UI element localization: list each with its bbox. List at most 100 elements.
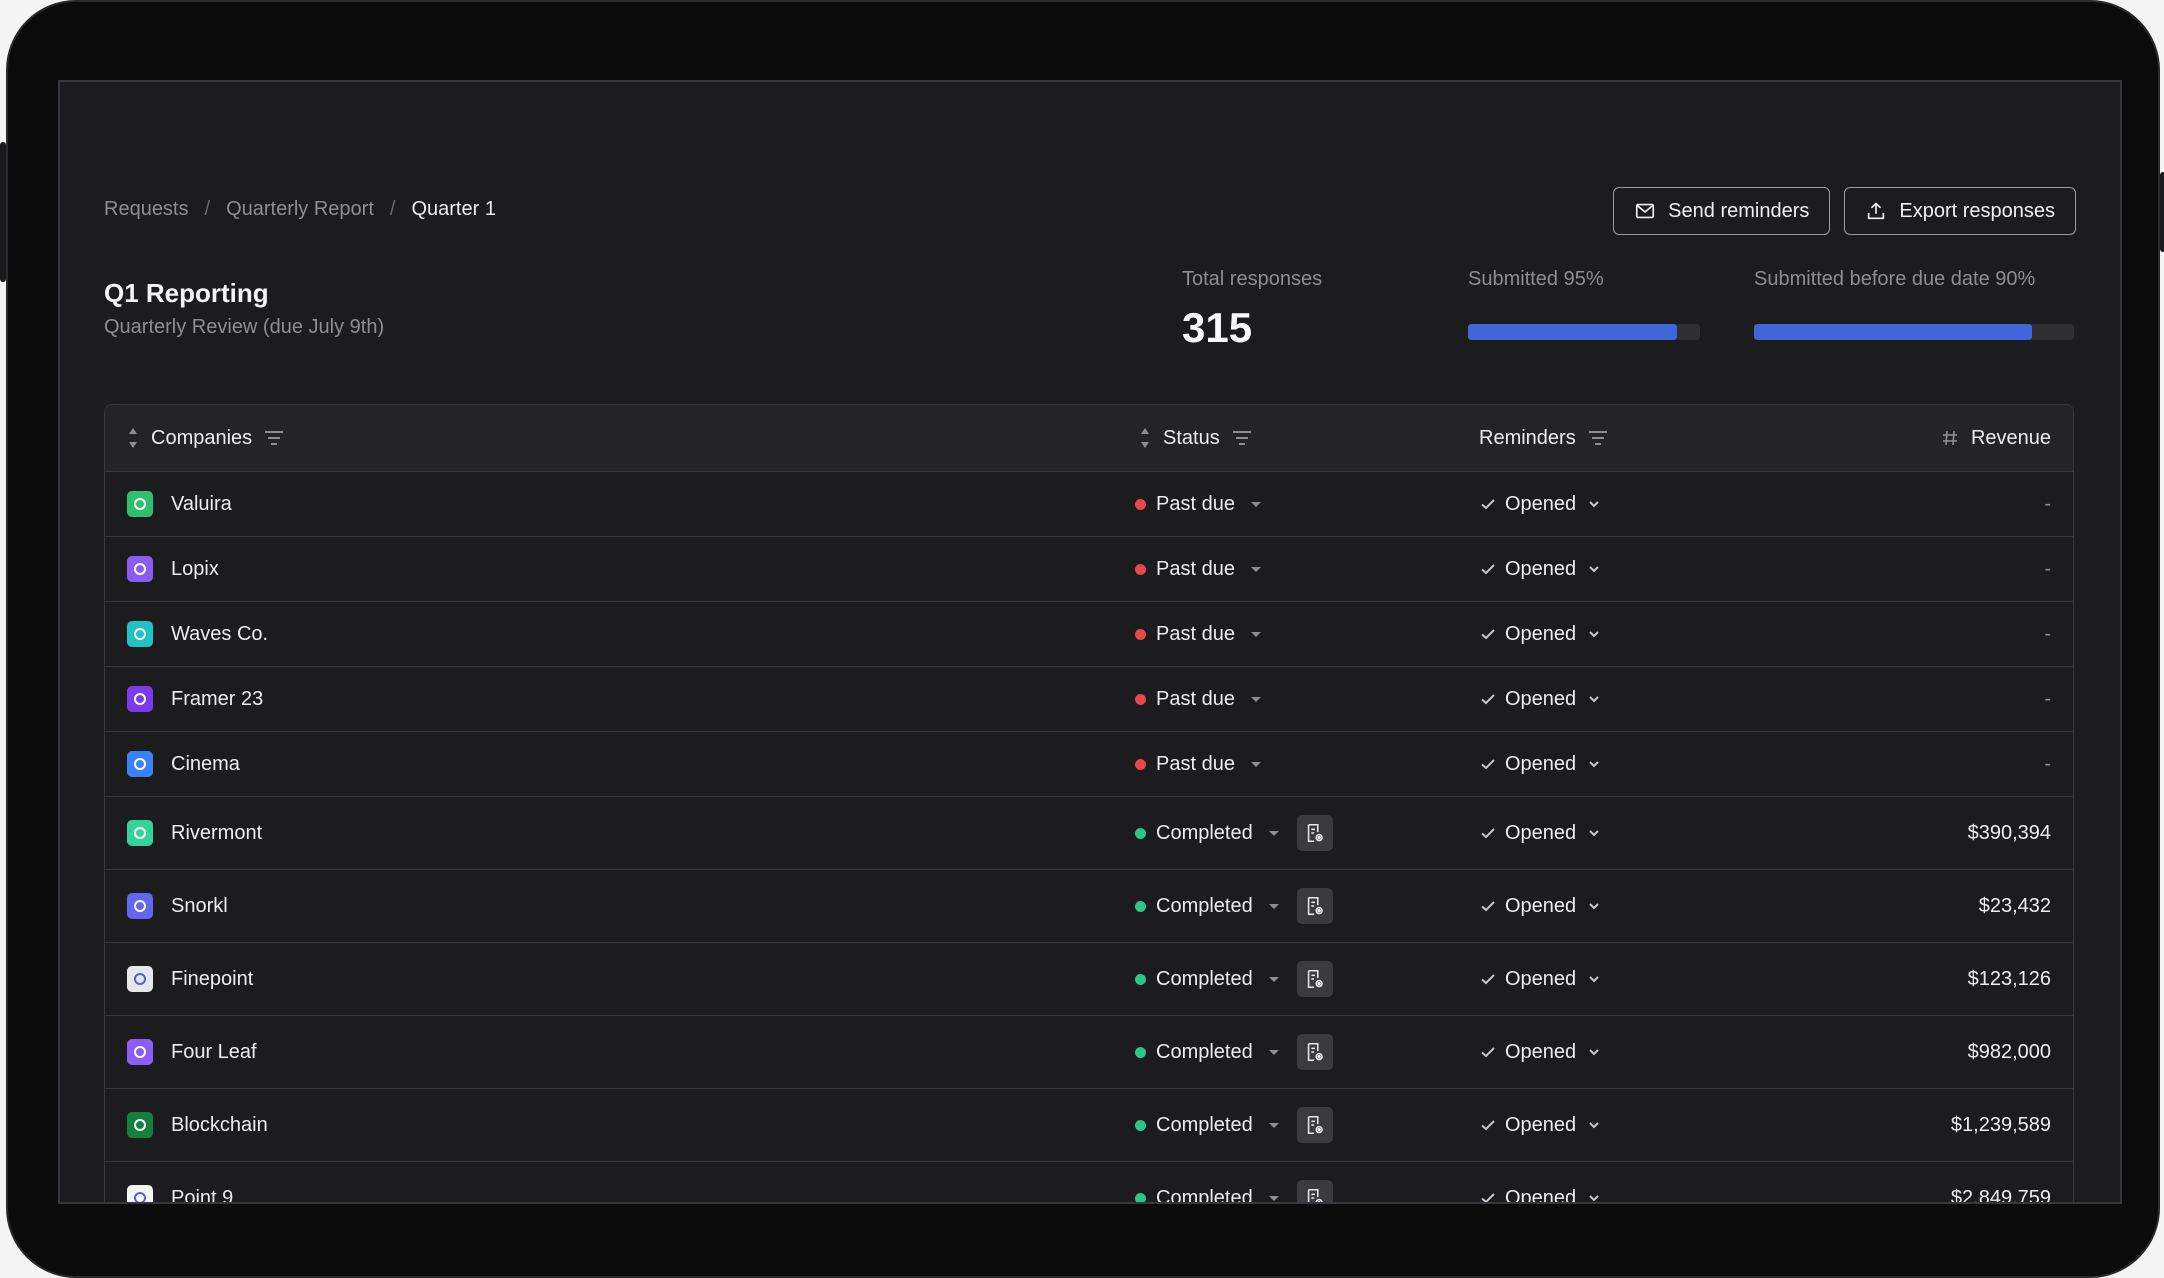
reminder-label: Opened xyxy=(1505,1040,1577,1063)
chevron-down-icon[interactable] xyxy=(1586,756,1602,772)
dropdown-caret-icon[interactable] xyxy=(1267,972,1281,986)
chevron-down-icon[interactable] xyxy=(1586,825,1602,841)
dropdown-caret-icon[interactable] xyxy=(1249,627,1263,641)
table-row[interactable]: Four Leaf Completed Opened $982,000 xyxy=(105,1016,2073,1089)
company-name[interactable]: Valuira xyxy=(171,493,232,516)
view-response-button[interactable] xyxy=(1296,888,1333,924)
export-responses-button[interactable]: Export responses xyxy=(1844,187,2076,235)
status-cell[interactable]: Completed xyxy=(1135,1089,1333,1161)
table-row[interactable]: Lopix Past due Opened - xyxy=(105,537,2073,602)
filter-icon[interactable] xyxy=(264,430,284,446)
reminder-cell[interactable]: Opened xyxy=(1479,797,1602,869)
status-cell[interactable]: Past due xyxy=(1135,472,1263,536)
view-response-button[interactable] xyxy=(1296,815,1333,851)
table-row[interactable]: Point 9 Completed Opened $2,849,759 xyxy=(105,1162,2073,1204)
column-status[interactable]: Status xyxy=(1139,405,1252,471)
reminder-cell[interactable]: Opened xyxy=(1479,732,1602,796)
chevron-down-icon[interactable] xyxy=(1586,1044,1602,1060)
company-name[interactable]: Cinema xyxy=(171,753,240,776)
column-revenue-label: Revenue xyxy=(1970,426,2051,449)
column-companies[interactable]: Companies xyxy=(127,405,284,471)
chevron-down-icon[interactable] xyxy=(1586,1117,1602,1133)
chevron-down-icon[interactable] xyxy=(1586,626,1602,642)
chevron-down-icon[interactable] xyxy=(1586,1190,1602,1204)
view-response-button[interactable] xyxy=(1296,1180,1333,1202)
reminder-cell[interactable]: Opened xyxy=(1479,602,1602,666)
dropdown-caret-icon[interactable] xyxy=(1267,1045,1281,1059)
status-cell[interactable]: Past due xyxy=(1135,602,1263,666)
dropdown-caret-icon[interactable] xyxy=(1267,826,1281,840)
column-reminders-label: Reminders xyxy=(1479,426,1576,449)
status-dot xyxy=(1135,827,1146,839)
breadcrumb-quarterly-report[interactable]: Quarterly Report xyxy=(226,198,374,221)
status-cell[interactable]: Past due xyxy=(1135,732,1263,796)
column-revenue[interactable]: Revenue xyxy=(1941,405,2051,471)
dropdown-caret-icon[interactable] xyxy=(1249,692,1263,706)
filter-icon[interactable] xyxy=(1232,430,1252,446)
status-cell[interactable]: Past due xyxy=(1135,667,1263,731)
reminder-cell[interactable]: Opened xyxy=(1479,870,1602,942)
dropdown-caret-icon[interactable] xyxy=(1249,757,1263,771)
chevron-down-icon[interactable] xyxy=(1586,898,1602,914)
view-response-button[interactable] xyxy=(1296,1107,1333,1143)
company-name[interactable]: Rivermont xyxy=(171,822,262,845)
dropdown-caret-icon[interactable] xyxy=(1267,899,1281,913)
table-row[interactable]: Cinema Past due Opened - xyxy=(105,732,2073,797)
status-cell[interactable]: Completed xyxy=(1135,1016,1333,1088)
status-cell[interactable]: Completed xyxy=(1135,870,1333,942)
reminder-cell[interactable]: Opened xyxy=(1479,943,1602,1015)
table-row[interactable]: Finepoint Completed Opened $123,126 xyxy=(105,943,2073,1016)
company-name[interactable]: Waves Co. xyxy=(171,623,268,646)
page-title: Q1 Reporting xyxy=(104,278,269,308)
company-name[interactable]: Finepoint xyxy=(171,968,253,991)
dropdown-caret-icon[interactable] xyxy=(1267,1118,1281,1132)
company-name[interactable]: Four Leaf xyxy=(171,1041,257,1064)
chevron-down-icon[interactable] xyxy=(1586,971,1602,987)
reminder-cell[interactable]: Opened xyxy=(1479,667,1602,731)
reminder-cell[interactable]: Opened xyxy=(1479,537,1602,601)
status-cell[interactable]: Completed xyxy=(1135,943,1333,1015)
company-name[interactable]: Framer 23 xyxy=(171,688,263,711)
column-reminders[interactable]: Reminders xyxy=(1479,405,1608,471)
table-row[interactable]: Valuira Past due Opened - xyxy=(105,472,2073,537)
company-name[interactable]: Point 9 xyxy=(171,1187,233,1203)
status-cell[interactable]: Completed xyxy=(1135,1162,1333,1204)
check-icon xyxy=(1481,974,1495,985)
send-reminders-button[interactable]: Send reminders xyxy=(1613,187,1831,235)
dropdown-caret-icon[interactable] xyxy=(1267,1191,1281,1204)
reminder-label: Opened xyxy=(1505,894,1577,917)
chevron-down-icon[interactable] xyxy=(1586,561,1602,577)
reminder-cell[interactable]: Opened xyxy=(1479,472,1602,536)
app-screen: Requests / Quarterly Report / Quarter 1 … xyxy=(58,80,2122,1204)
company-name[interactable]: Blockchain xyxy=(171,1114,268,1137)
filter-icon[interactable] xyxy=(1588,430,1608,446)
submitted-progress-bar xyxy=(1468,324,1700,340)
header-actions: Send reminders Export responses xyxy=(1613,187,2076,235)
reminder-cell[interactable]: Opened xyxy=(1479,1162,1602,1204)
sort-icon[interactable] xyxy=(127,425,139,451)
send-reminders-label: Send reminders xyxy=(1668,199,1810,222)
chain-icon xyxy=(127,820,153,846)
view-response-button[interactable] xyxy=(1296,961,1333,997)
status-cell[interactable]: Past due xyxy=(1135,537,1263,601)
chevron-down-icon[interactable] xyxy=(1586,691,1602,707)
dropdown-caret-icon[interactable] xyxy=(1249,562,1263,576)
reminder-cell[interactable]: Opened xyxy=(1479,1089,1602,1161)
sort-icon[interactable] xyxy=(1139,425,1151,451)
company-name[interactable]: Lopix xyxy=(171,558,219,581)
status-dot xyxy=(1135,973,1146,985)
chevron-down-icon[interactable] xyxy=(1586,496,1602,512)
status-cell[interactable]: Completed xyxy=(1135,797,1333,869)
breadcrumb-requests[interactable]: Requests xyxy=(104,198,189,221)
table-row[interactable]: Framer 23 Past due Opened - xyxy=(105,667,2073,732)
company-cell: Framer 23 xyxy=(127,667,263,731)
reminder-cell[interactable]: Opened xyxy=(1479,1016,1602,1088)
table-row[interactable]: Blockchain Completed Opened $1,239,589 xyxy=(105,1089,2073,1162)
view-response-button[interactable] xyxy=(1296,1034,1333,1070)
table-row[interactable]: Rivermont Completed Opened $390,394 xyxy=(105,797,2073,870)
company-name[interactable]: Snorkl xyxy=(171,895,228,918)
table-row[interactable]: Waves Co. Past due Opened - xyxy=(105,602,2073,667)
table-row[interactable]: Snorkl Completed Opened $23,432 xyxy=(105,870,2073,943)
status-dot xyxy=(1135,1119,1146,1131)
dropdown-caret-icon[interactable] xyxy=(1249,497,1263,511)
